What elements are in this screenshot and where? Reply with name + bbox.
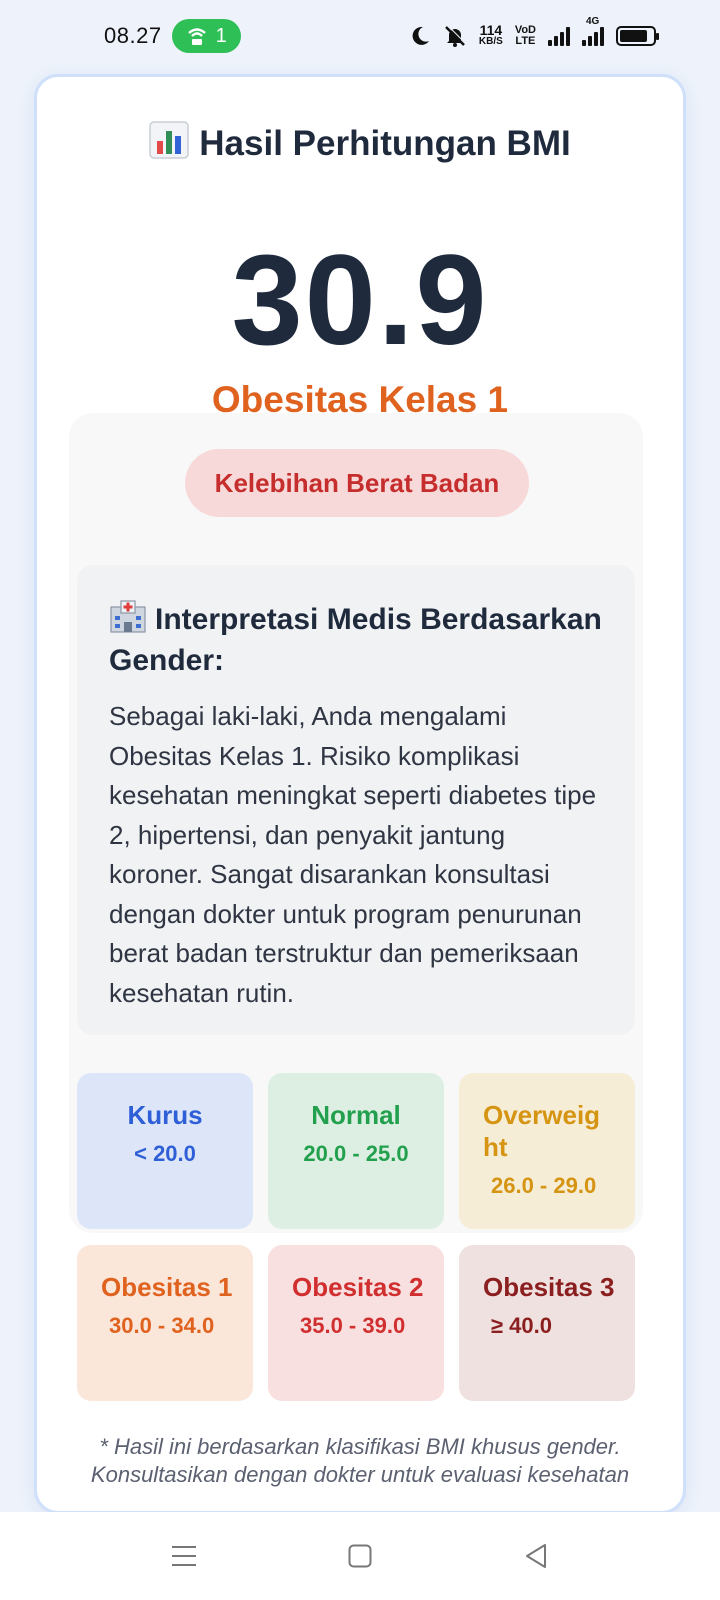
interpretation-text: Sebagai laki-laki, Anda mengalami Obesit…: [109, 701, 597, 1008]
menu-icon[interactable]: [164, 1536, 204, 1576]
network-speed: 114 KB/S: [478, 22, 503, 47]
bmi-value: 30.9: [231, 229, 489, 372]
battery-icon: [616, 26, 659, 46]
category-name: Obesitas 3: [483, 1272, 615, 1302]
hospital-icon: [109, 599, 147, 642]
net-speed-value: 114: [479, 22, 503, 38]
footnote: * Hasil ini berdasarkan klasifikasi BMI …: [90, 1434, 630, 1487]
network-type: 4G: [586, 16, 600, 27]
bmi-category: Obesitas Kelas 1: [211, 379, 509, 420]
status-bar: 08.27 1 114 KB/S VoD LTE 4G: [0, 0, 720, 72]
volte-bottom: LTE: [515, 35, 536, 47]
home-icon[interactable]: [340, 1536, 380, 1576]
category-card-normal: Normal 20.0 - 25.0: [268, 1073, 444, 1229]
net-speed-unit: KB/S: [478, 36, 503, 47]
category-range: 30.0 - 34.0: [109, 1313, 215, 1338]
category-card-kurus: Kurus < 20.0: [77, 1073, 253, 1229]
result-title-row: Hasil Perhitungan BMI: [37, 121, 683, 168]
hotspot-icon: [187, 28, 206, 45]
category-range: 35.0 - 39.0: [300, 1313, 406, 1338]
status-badge: Kelebihan Berat Badan: [185, 449, 529, 517]
volte-indicator: VoD LTE: [515, 25, 536, 47]
bell-muted-icon: [445, 25, 466, 47]
interpretation-title-row: Interpretasi Medis Berdasarkan Gender:: [109, 599, 603, 679]
bmi-result-card: Hasil Perhitungan BMI 30.9 Obesitas Kela…: [34, 74, 686, 1514]
status-time: 08.27: [104, 23, 162, 48]
signal-4g-icon: 4G: [582, 16, 604, 46]
category-range: ≥ 40.0: [491, 1313, 553, 1338]
category-range: 26.0 - 29.0: [491, 1173, 597, 1198]
category-card-overweight: Overweight 26.0 - 29.0: [459, 1073, 635, 1229]
signal-icon: [548, 26, 570, 46]
category-name: Obesitas 2: [292, 1272, 424, 1302]
category-name: Normal: [311, 1100, 401, 1130]
result-title: Hasil Perhitungan BMI: [199, 124, 571, 163]
hotspot-count: 1: [215, 24, 227, 47]
category-name: Kurus: [127, 1100, 203, 1130]
interpretation-panel: Interpretasi Medis Berdasarkan Gender: S…: [77, 565, 635, 1035]
bmi-category-grid: Kurus < 20.0 Normal 20.0 - 25.0 Overweig…: [77, 1073, 635, 1401]
category-card-obesitas-3: Obesitas 3 ≥ 40.0: [459, 1245, 635, 1401]
interpretation-title: Interpretasi Medis Berdasarkan Gender:: [109, 603, 602, 677]
bar-chart-icon: [149, 121, 190, 168]
category-range: < 20.0: [134, 1141, 196, 1166]
category-card-obesitas-1: Obesitas 1 30.0 - 34.0: [77, 1245, 253, 1401]
category-card-obesitas-2: Obesitas 2 35.0 - 39.0: [268, 1245, 444, 1401]
moon-icon: [412, 26, 429, 45]
category-name: Overweight: [483, 1100, 601, 1162]
system-nav-bar: [0, 1512, 720, 1600]
category-range: 20.0 - 25.0: [303, 1141, 409, 1166]
hotspot-indicator[interactable]: 1: [171, 19, 241, 53]
back-icon[interactable]: [516, 1536, 556, 1576]
category-name: Obesitas 1: [101, 1272, 233, 1302]
